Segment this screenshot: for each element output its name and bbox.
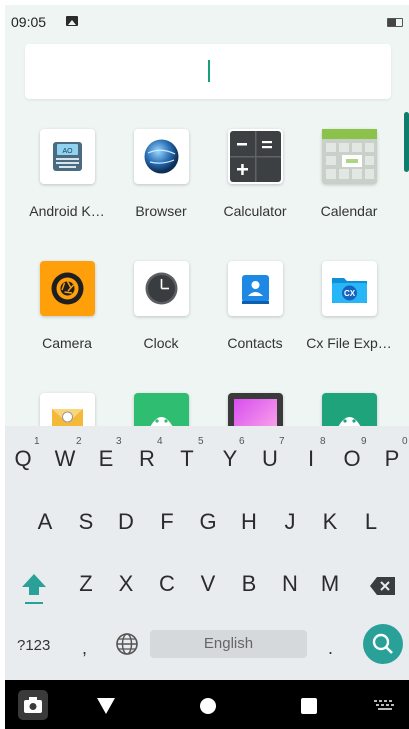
app-label: Calendar (320, 203, 378, 219)
key-hint: 6 (239, 436, 245, 447)
key-j[interactable]: J (275, 509, 305, 535)
camera-icon (18, 690, 48, 720)
key-k[interactable]: K (315, 509, 345, 535)
svg-text:CX: CX (344, 289, 356, 298)
app-label: Browser (135, 203, 187, 219)
contacts-icon (242, 275, 269, 304)
shift-up-arrow-icon (22, 574, 46, 604)
camera-icon (51, 272, 84, 305)
app-label: Cx File Exp… (306, 335, 392, 351)
key-l[interactable]: L (356, 509, 386, 535)
android-keyboard-icon: AO (53, 142, 82, 171)
key-hint: 9 (361, 436, 367, 447)
key-a[interactable]: A (30, 509, 60, 535)
key-hint: 4 (157, 436, 163, 447)
app-label: Clock (143, 335, 179, 351)
language-key[interactable] (115, 632, 139, 656)
key-n[interactable]: N (275, 571, 305, 597)
comma-key[interactable]: , (82, 638, 87, 659)
key-z[interactable]: Z (71, 571, 101, 597)
back-triangle-icon (97, 698, 115, 714)
soft-keyboard: Q W E R T Y U I O P 1 2 3 4 5 6 7 8 9 0 … (5, 426, 409, 680)
key-d[interactable]: D (111, 509, 141, 535)
navigation-bar (5, 680, 409, 729)
clock-icon (145, 272, 178, 305)
key-hint: 7 (279, 436, 285, 447)
key-q[interactable]: Q (8, 446, 38, 472)
keyboard-switcher-button[interactable] (373, 699, 397, 713)
scrollbar-thumb[interactable] (404, 112, 409, 172)
app-icon-contacts[interactable] (228, 261, 283, 316)
recents-square-icon (301, 698, 317, 714)
battery-icon (387, 18, 403, 27)
key-hint: 5 (198, 436, 204, 447)
app-icon-camera[interactable] (40, 261, 95, 316)
home-button[interactable] (199, 697, 217, 715)
search-icon (372, 633, 393, 654)
key-c[interactable]: C (152, 571, 182, 597)
key-s[interactable]: S (71, 509, 101, 535)
gallery-notification-icon (66, 16, 78, 26)
key-y[interactable]: Y (215, 446, 245, 472)
shift-key[interactable] (19, 570, 49, 606)
app-icon-calculator[interactable] (228, 129, 283, 184)
key-hint: 3 (116, 436, 122, 447)
back-button[interactable] (94, 695, 118, 715)
space-key[interactable]: English (150, 630, 307, 658)
app-icon-calendar[interactable] (322, 129, 377, 184)
key-g[interactable]: G (193, 509, 223, 535)
cx-file-explorer-icon: CX (332, 278, 367, 303)
key-b[interactable]: B (234, 571, 264, 597)
key-r[interactable]: R (132, 446, 162, 472)
app-label: Android K… (29, 203, 105, 219)
key-m[interactable]: M (315, 571, 345, 597)
app-icon-browser[interactable] (134, 129, 189, 184)
app-label: Contacts (227, 335, 283, 351)
key-hint: 8 (320, 436, 326, 447)
status-bar: 09:05 (5, 5, 405, 35)
screen: 09:05 AO Android K… Browser Calculator C… (0, 0, 409, 729)
text-cursor (208, 60, 210, 82)
key-p[interactable]: P (377, 446, 407, 472)
backspace-icon (370, 577, 395, 595)
app-search-input[interactable] (25, 44, 391, 99)
search-action-key[interactable] (363, 624, 403, 664)
globe-icon (116, 633, 138, 655)
recents-button[interactable] (300, 697, 318, 715)
app-icon-clock[interactable] (134, 261, 189, 316)
browser-globe-icon (144, 139, 179, 174)
key-v[interactable]: V (193, 571, 223, 597)
backspace-key[interactable] (368, 574, 398, 598)
keyboard-icon (374, 700, 394, 710)
app-icon-android-keyboard[interactable]: AO (40, 129, 95, 184)
screenshot-button[interactable] (18, 690, 48, 720)
key-x[interactable]: X (111, 571, 141, 597)
key-hint: 0 (402, 436, 408, 447)
key-h[interactable]: H (234, 509, 264, 535)
app-label: Camera (42, 335, 92, 351)
calculator-icon (230, 131, 281, 182)
key-t[interactable]: T (172, 446, 202, 472)
period-key[interactable]: . (328, 638, 333, 659)
status-time: 09:05 (11, 14, 47, 30)
home-circle-icon (200, 698, 216, 714)
key-hint: 2 (76, 436, 82, 447)
key-i[interactable]: I (296, 446, 326, 472)
key-e[interactable]: E (91, 446, 121, 472)
svg-text:AO: AO (62, 148, 73, 155)
symbols-key[interactable]: ?123 (17, 637, 50, 654)
key-hint: 1 (34, 436, 40, 447)
key-o[interactable]: O (337, 446, 367, 472)
app-icon-cx-file-explorer[interactable]: CX (322, 261, 377, 316)
calendar-icon (322, 129, 377, 184)
key-f[interactable]: F (152, 509, 182, 535)
app-label: Calculator (223, 203, 287, 219)
key-w[interactable]: W (50, 446, 80, 472)
key-u[interactable]: U (255, 446, 285, 472)
